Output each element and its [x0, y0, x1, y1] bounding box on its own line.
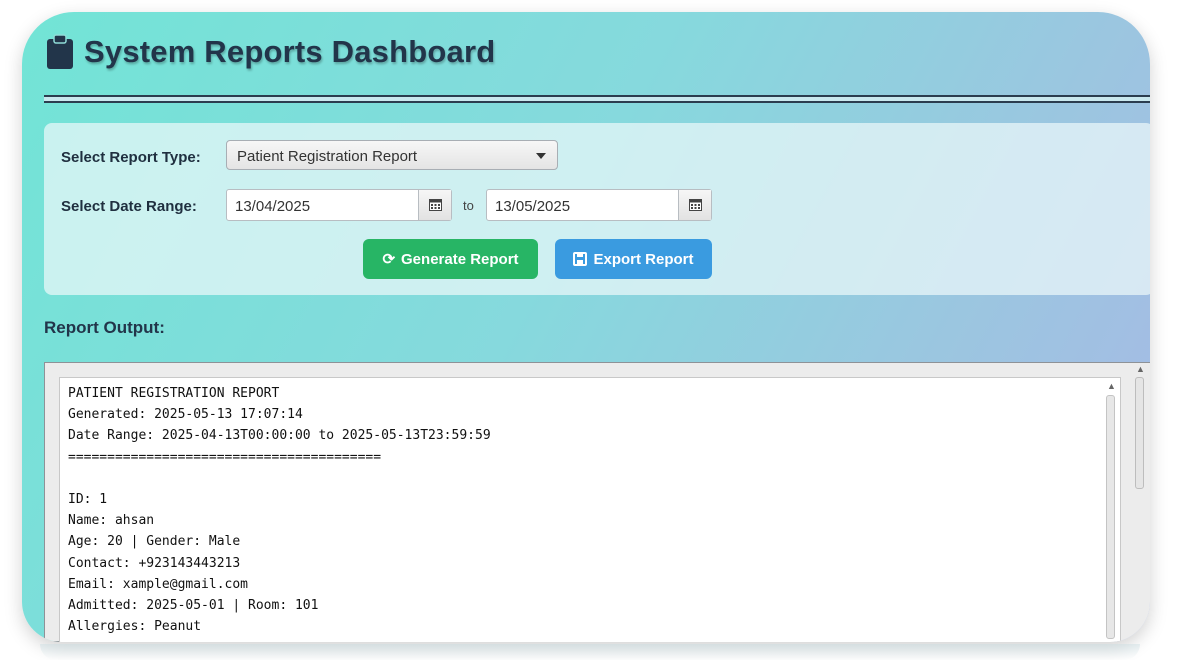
report-line: Date Range: 2025-04-13T00:00:00 to 2025-… [68, 428, 491, 444]
end-date-picker[interactable]: 13/05/2025 [486, 189, 712, 221]
outer-scrollbar[interactable]: ▲ [1132, 363, 1148, 642]
scroll-up-arrow-icon[interactable]: ▲ [1107, 381, 1116, 391]
report-line: Email: xample@gmail.com [68, 576, 249, 592]
start-date-picker[interactable]: 13/04/2025 [226, 189, 452, 221]
export-report-button[interactable]: Export Report [555, 239, 712, 279]
generate-report-button[interactable]: ⟳ Generate Report [363, 239, 538, 279]
report-line: Contact: +923143443213 [68, 555, 241, 571]
report-type-value: Patient Registration Report [237, 148, 418, 165]
report-line: Name: ahsan [68, 513, 155, 529]
start-date-value: 13/04/2025 [235, 198, 311, 215]
report-line: Admitted: 2025-05-01 | Room: 101 [68, 598, 319, 614]
report-type-select[interactable]: Patient Registration Report [226, 140, 558, 170]
page-title: System Reports Dashboard [84, 34, 496, 69]
calendar-icon [688, 199, 702, 211]
outer-scrollbar-thumb[interactable] [1135, 377, 1144, 489]
calendar-icon [428, 199, 442, 211]
report-output-textarea[interactable]: PATIENT REGISTRATION REPORT Generated: 2… [59, 377, 1121, 642]
date-range-separator: to [463, 198, 474, 213]
scroll-up-arrow-icon[interactable]: ▲ [1136, 364, 1145, 374]
end-date-value: 13/05/2025 [495, 198, 571, 215]
report-options-panel: Select Report Type: Patient Registration… [44, 123, 1150, 295]
window-reflection [40, 644, 1140, 660]
refresh-icon: ⟳ [382, 251, 396, 268]
title-divider [44, 95, 1150, 103]
report-output-label: Report Output: [44, 318, 165, 337]
header: System Reports Dashboard [46, 34, 495, 70]
report-type-label: Select Report Type: [61, 149, 201, 166]
report-line: Allergies: Peanut [68, 619, 202, 635]
report-output-scrollpane[interactable]: PATIENT REGISTRATION REPORT Generated: 2… [44, 362, 1150, 642]
report-line: Age: 20 | Gender: Male [68, 534, 241, 550]
report-line: ======================================== [68, 449, 382, 465]
date-range-label: Select Date Range: [61, 198, 197, 215]
report-line: PATIENT REGISTRATION REPORT [68, 386, 280, 401]
clipboard-icon [47, 34, 73, 69]
end-date-calendar-button[interactable] [678, 190, 711, 220]
report-line: ID: 1 [68, 492, 108, 508]
textarea-scrollbar-thumb[interactable] [1106, 395, 1115, 639]
report-line: Generated: 2025-05-13 17:07:14 [68, 407, 303, 423]
report-output-text: PATIENT REGISTRATION REPORT Generated: 2… [60, 378, 1120, 642]
app-window: System Reports Dashboard Select Report T… [22, 12, 1150, 642]
start-date-calendar-button[interactable] [418, 190, 451, 220]
textarea-scrollbar[interactable]: ▲ [1104, 379, 1118, 641]
chevron-down-icon [536, 153, 546, 159]
export-report-label: Export Report [593, 250, 694, 268]
save-icon [573, 252, 588, 266]
generate-report-label: Generate Report [401, 250, 519, 268]
